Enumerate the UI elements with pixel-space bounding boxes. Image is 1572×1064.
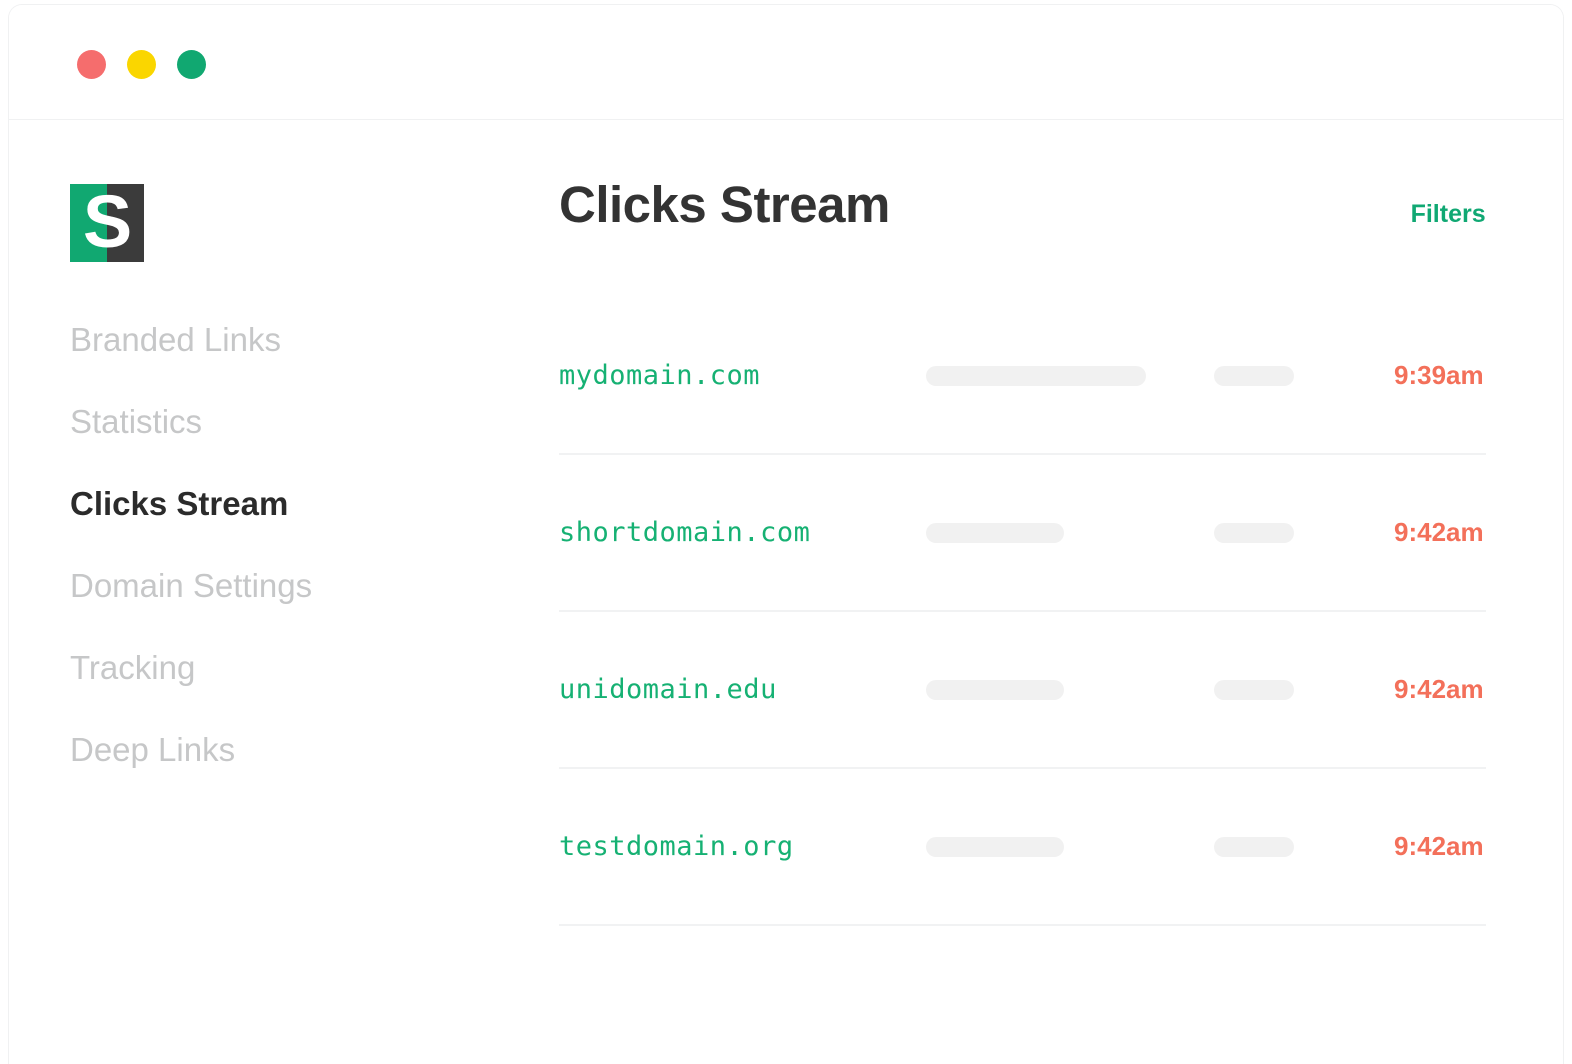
placeholder-bar xyxy=(1214,836,1294,857)
placeholder-bar xyxy=(1214,679,1294,700)
main-content: Clicks Stream Filters mydomain.com 9:39a… xyxy=(543,120,1563,1064)
row-domain: unidomain.edu xyxy=(559,674,777,705)
row-timestamp: 9:39am xyxy=(1394,360,1484,390)
placeholder-bar xyxy=(926,679,1064,700)
app-body: S Branded Links Statistics Clicks Stream… xyxy=(9,120,1563,1064)
row-placeholder-wide xyxy=(926,679,1214,700)
close-window-button[interactable] xyxy=(77,50,106,79)
sidebar-item-domain-settings[interactable]: Domain Settings xyxy=(70,569,543,602)
row-placeholder-narrow xyxy=(1214,836,1394,857)
page-title: Clicks Stream xyxy=(559,176,890,233)
sidebar: S Branded Links Statistics Clicks Stream… xyxy=(9,120,543,1064)
main-header: Clicks Stream Filters xyxy=(543,179,1486,230)
brand-logo-icon: S xyxy=(70,184,144,262)
row-domain: mydomain.com xyxy=(559,360,761,391)
row-placeholder-wide xyxy=(926,365,1214,386)
placeholder-bar xyxy=(926,836,1064,857)
placeholder-bar xyxy=(926,365,1146,386)
row-domain: shortdomain.com xyxy=(559,517,811,548)
maximize-window-button[interactable] xyxy=(177,50,206,79)
placeholder-bar xyxy=(1214,365,1294,386)
row-timestamp: 9:42am xyxy=(1394,674,1484,704)
row-domain: testdomain.org xyxy=(559,831,794,862)
clicks-stream-table: mydomain.com 9:39am shortdomain.com 9:42… xyxy=(543,298,1486,926)
table-row[interactable]: shortdomain.com 9:42am xyxy=(559,455,1486,612)
sidebar-item-clicks-stream[interactable]: Clicks Stream xyxy=(70,487,543,520)
row-placeholder-wide xyxy=(926,522,1214,543)
window-controls xyxy=(77,50,206,79)
sidebar-item-branded-links[interactable]: Branded Links xyxy=(70,323,543,356)
minimize-window-button[interactable] xyxy=(127,50,156,79)
placeholder-bar xyxy=(1214,522,1294,543)
table-row[interactable]: unidomain.edu 9:42am xyxy=(559,612,1486,769)
app-window: S Branded Links Statistics Clicks Stream… xyxy=(8,4,1564,1064)
row-timestamp: 9:42am xyxy=(1394,517,1484,547)
table-row[interactable]: mydomain.com 9:39am xyxy=(559,298,1486,455)
row-placeholder-narrow xyxy=(1214,522,1394,543)
sidebar-item-statistics[interactable]: Statistics xyxy=(70,405,543,438)
window-titlebar xyxy=(9,5,1563,120)
logo-letter: S xyxy=(82,184,132,262)
row-timestamp: 9:42am xyxy=(1394,831,1484,861)
filters-button[interactable]: Filters xyxy=(1411,202,1486,227)
placeholder-bar xyxy=(926,522,1064,543)
row-placeholder-narrow xyxy=(1214,679,1394,700)
sidebar-nav: Branded Links Statistics Clicks Stream D… xyxy=(70,323,543,815)
sidebar-item-deep-links[interactable]: Deep Links xyxy=(70,733,543,766)
table-row[interactable]: testdomain.org 9:42am xyxy=(559,769,1486,926)
row-placeholder-narrow xyxy=(1214,365,1394,386)
row-placeholder-wide xyxy=(926,836,1214,857)
sidebar-item-tracking[interactable]: Tracking xyxy=(70,651,543,684)
